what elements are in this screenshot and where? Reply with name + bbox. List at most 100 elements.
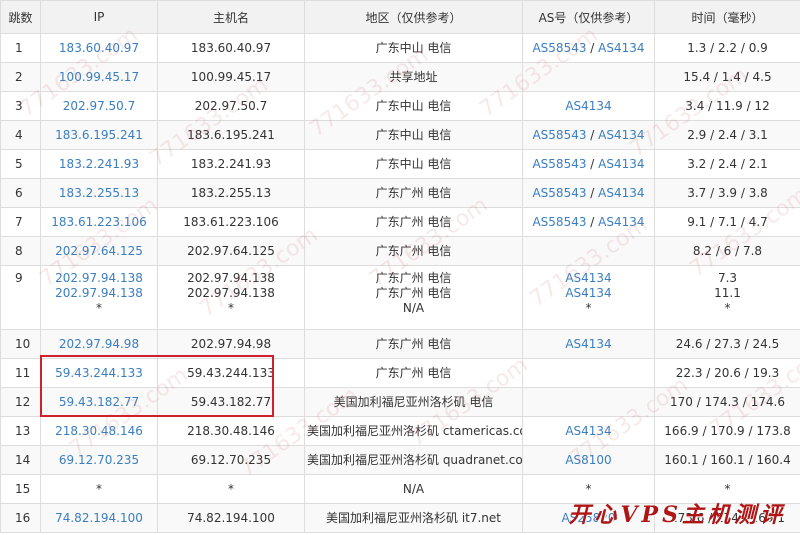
- as-link[interactable]: AS4134: [598, 41, 644, 55]
- as-line: AS58543 / AS4134: [525, 215, 652, 230]
- region-cell: N/A: [304, 474, 523, 504]
- ip-link[interactable]: 202.97.50.7: [43, 99, 155, 114]
- hostname-text: 59.43.182.77: [190, 394, 272, 409]
- host-cell: 183.2.255.13: [157, 178, 305, 208]
- region-cell: 广东中山 电信: [304, 33, 523, 63]
- region-text: 广东广州 电信: [375, 336, 452, 351]
- ip-link[interactable]: 202.97.94.138: [43, 271, 155, 286]
- ip-link[interactable]: 202.97.64.125: [43, 244, 155, 259]
- as-link[interactable]: AS58543: [532, 128, 586, 142]
- hostname-text: 183.60.40.97: [190, 40, 272, 55]
- ip-link[interactable]: 202.97.94.138: [43, 286, 155, 301]
- ip-link[interactable]: 218.30.48.146: [43, 424, 155, 439]
- region-text: 广东广州 电信: [375, 185, 452, 200]
- latency-text: 160.1 / 160.1 / 160.4: [664, 452, 791, 467]
- hop-number: 5: [15, 156, 23, 171]
- ip-cell: 202.97.94.98: [40, 329, 158, 359]
- ip-link[interactable]: 183.2.255.13: [43, 186, 155, 201]
- ip-link[interactable]: 183.61.223.106: [43, 215, 155, 230]
- table-row: 13 218.30.48.146 218.30.48.146 美国加利福尼亚州洛杉矶 …: [0, 416, 800, 446]
- as-cell: AS4134: [522, 416, 655, 446]
- latency-text: 166.9 / 170.9 / 173.8: [664, 423, 791, 438]
- as-cell: AS4134 AS4134 *: [522, 265, 655, 330]
- as-link[interactable]: AS4134: [565, 286, 611, 300]
- as-link[interactable]: AS4134: [598, 215, 644, 229]
- as-link[interactable]: AS4134: [598, 186, 644, 200]
- region-text: 广东广州 电信: [375, 243, 452, 258]
- region-cell: 广东广州 电信: [304, 236, 523, 266]
- as-line: *: [525, 482, 652, 497]
- region-text: 广东广州 电信: [375, 271, 452, 285]
- region-text: 广东中山 电信: [375, 40, 452, 55]
- hop-cell: 16: [0, 503, 41, 533]
- ip-link[interactable]: 202.97.94.98: [43, 337, 155, 352]
- hop-number: 11: [15, 365, 31, 380]
- host-cell: *: [157, 474, 305, 504]
- region-text: 广东广州 电信: [375, 365, 452, 380]
- header-ip[interactable]: IP: [40, 0, 158, 34]
- time-cell: 166.9 / 170.9 / 173.8: [654, 416, 800, 446]
- region-text: 广东中山 电信: [375, 156, 452, 171]
- host-cell: 202.97.94.98: [157, 329, 305, 359]
- as-link[interactable]: AS4134: [565, 99, 611, 113]
- ip-link[interactable]: 74.82.194.100: [43, 511, 155, 526]
- ip-cell: 59.43.244.133: [40, 358, 158, 388]
- as-line: [525, 366, 652, 381]
- header-host[interactable]: 主机名: [157, 0, 305, 34]
- region-cell: 广东广州 电信: [304, 178, 523, 208]
- host-cell: 202.97.94.138 202.97.94.138 *: [157, 265, 305, 330]
- as-cell: AS58543 / AS4134: [522, 149, 655, 179]
- ip-cell: 183.2.255.13: [40, 178, 158, 208]
- as-link[interactable]: AS58543: [532, 41, 586, 55]
- ip-link[interactable]: 100.99.45.17: [43, 70, 155, 85]
- as-link[interactable]: AS4134: [565, 271, 611, 285]
- host-cell: 59.43.182.77: [157, 387, 305, 417]
- header-hop[interactable]: 跳数: [0, 0, 41, 34]
- as-line: AS4134: [525, 271, 652, 286]
- region-text: 广东中山 电信: [375, 98, 452, 113]
- hop-cell: 11: [0, 358, 41, 388]
- hop-cell: 4: [0, 120, 41, 150]
- as-cell: AS58543 / AS4134: [522, 178, 655, 208]
- as-link[interactable]: AS58543: [532, 157, 586, 171]
- ip-link[interactable]: 59.43.182.77: [43, 395, 155, 410]
- hop-cell: 5: [0, 149, 41, 179]
- table-row: 2 100.99.45.17 100.99.45.17 共享地址 15.4 / 1.4 …: [0, 62, 800, 92]
- region-text: 广东广州 电信: [375, 214, 452, 229]
- table-row: 10 202.97.94.98 202.97.94.98 广东广州 电信 AS4134 2…: [0, 329, 800, 359]
- ip-link[interactable]: 183.2.241.93: [43, 157, 155, 172]
- header-region[interactable]: 地区（仅供参考）: [304, 0, 523, 34]
- ip-link[interactable]: 183.60.40.97: [43, 41, 155, 56]
- header-as[interactable]: AS号（仅供参考）: [522, 0, 655, 34]
- region-text: 广东广州 电信: [375, 286, 452, 300]
- as-link[interactable]: AS4134: [565, 424, 611, 438]
- time-cell: 7.3 11.1 *: [654, 265, 800, 330]
- hop-cell: 8: [0, 236, 41, 266]
- region-cell: 广东中山 电信: [304, 120, 523, 150]
- latency-text: 1.3 / 2.2 / 0.9: [687, 40, 768, 55]
- as-link[interactable]: AS58543: [532, 186, 586, 200]
- ip-link[interactable]: 59.43.244.133: [43, 366, 155, 381]
- host-cell: 183.61.223.106: [157, 207, 305, 237]
- as-link[interactable]: AS4134: [565, 337, 611, 351]
- hostname-text: 183.2.255.13: [190, 185, 272, 200]
- hop-cell: 2: [0, 62, 41, 92]
- host-cell: 183.6.195.241: [157, 120, 305, 150]
- hop-number: 8: [15, 243, 23, 258]
- ip-link[interactable]: 69.12.70.235: [43, 453, 155, 468]
- hostname-text: 202.97.50.7: [194, 98, 268, 113]
- as-separator: /: [586, 156, 599, 171]
- traceroute-table: 跳数 IP 主机名 地区（仅供参考） AS号（仅供参考） 时间（毫秒） 1 183…: [0, 0, 800, 533]
- as-link[interactable]: AS4134: [598, 157, 644, 171]
- as-link[interactable]: AS58543: [532, 215, 586, 229]
- ip-link[interactable]: 183.6.195.241: [43, 128, 155, 143]
- table-row: 6 183.2.255.13 183.2.255.13 广东广州 电信 AS58543 …: [0, 178, 800, 208]
- header-time[interactable]: 时间（毫秒）: [654, 0, 800, 34]
- ip-cell: 202.97.94.138 202.97.94.138 *: [40, 265, 158, 330]
- as-separator: /: [586, 40, 599, 55]
- as-separator: /: [586, 185, 599, 200]
- hop-number: 4: [15, 127, 23, 142]
- as-link[interactable]: AS4134: [598, 128, 644, 142]
- as-cell: AS58543 / AS4134: [522, 207, 655, 237]
- as-link[interactable]: AS8100: [565, 453, 611, 467]
